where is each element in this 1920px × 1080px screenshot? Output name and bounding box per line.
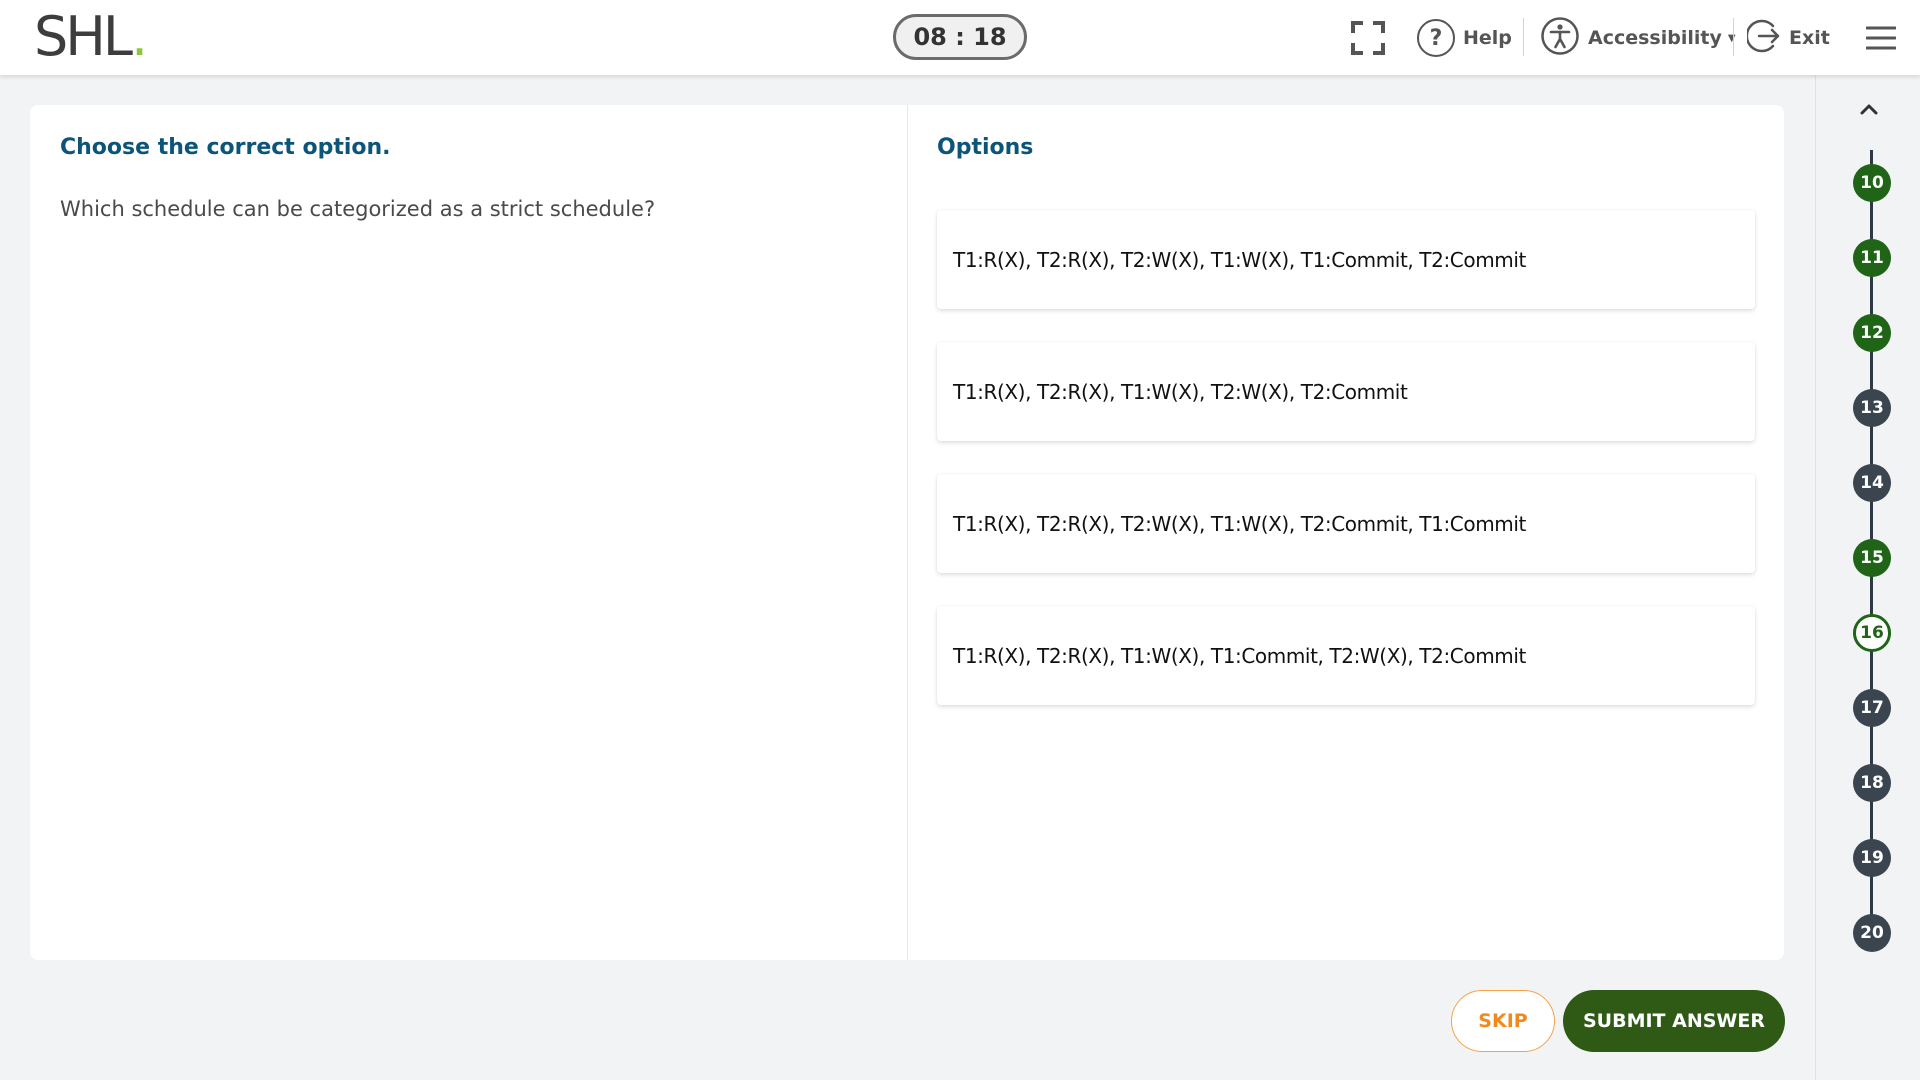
help-button[interactable]: ? Help [1417, 16, 1512, 60]
question-step-number: 14 [1860, 473, 1884, 493]
question-step-number: 16 [1860, 623, 1884, 643]
question-step-19[interactable]: 19 [1853, 839, 1891, 877]
shl-logo: SHL. [34, 5, 148, 68]
menu-icon [1866, 26, 1896, 50]
top-header: SHL. 08 : 18 ? Help Accessibility ▼ Exit [0, 0, 1920, 75]
question-step-number: 19 [1860, 848, 1884, 868]
help-icon: ? [1417, 19, 1455, 57]
question-step-12[interactable]: 12 [1853, 314, 1891, 352]
skip-button[interactable]: SKIP [1451, 990, 1555, 1052]
chevron-up-icon[interactable] [1858, 98, 1880, 120]
accessibility-dropdown[interactable]: Accessibility ▼ [1540, 16, 1736, 60]
fullscreen-button[interactable] [1350, 16, 1386, 60]
option-2[interactable]: T1:R(X), T2:R(X), T1:W(X), T2:W(X), T2:C… [937, 342, 1755, 441]
accessibility-label: Accessibility [1588, 27, 1722, 49]
menu-button[interactable] [1866, 16, 1896, 60]
option-label: T1:R(X), T2:R(X), T1:W(X), T2:W(X), T2:C… [953, 379, 1408, 404]
question-step-number: 18 [1860, 773, 1884, 793]
exit-label: Exit [1789, 27, 1830, 49]
option-label: T1:R(X), T2:R(X), T1:W(X), T1:Commit, T2… [953, 643, 1526, 668]
exit-button[interactable]: Exit [1745, 16, 1830, 60]
question-step-18[interactable]: 18 [1853, 764, 1891, 802]
question-step-13[interactable]: 13 [1853, 389, 1891, 427]
help-label: Help [1463, 27, 1512, 49]
question-step-number: 10 [1860, 173, 1884, 193]
question-step-number: 11 [1860, 248, 1884, 268]
submit-answer-button[interactable]: SUBMIT ANSWER [1563, 990, 1785, 1052]
option-3[interactable]: T1:R(X), T2:R(X), T2:W(X), T1:W(X), T2:C… [937, 474, 1755, 573]
question-step-16[interactable]: 16 [1853, 614, 1891, 652]
question-step-number: 15 [1860, 548, 1884, 568]
header-divider [1733, 18, 1734, 56]
question-step-20[interactable]: 20 [1853, 914, 1891, 952]
question-step-14[interactable]: 14 [1853, 464, 1891, 502]
question-step-11[interactable]: 11 [1853, 239, 1891, 277]
question-step-number: 17 [1860, 698, 1884, 718]
logo-text: SHL [34, 5, 133, 68]
fullscreen-icon [1351, 21, 1385, 55]
question-step-10[interactable]: 10 [1853, 164, 1891, 202]
question-step-number: 20 [1860, 923, 1884, 943]
question-step-15[interactable]: 15 [1853, 539, 1891, 577]
option-4[interactable]: T1:R(X), T2:R(X), T1:W(X), T1:Commit, T2… [937, 606, 1755, 705]
countdown-timer: 08 : 18 [893, 14, 1027, 60]
panel-divider [907, 105, 908, 960]
options-heading: Options [937, 135, 1034, 160]
caret-down-icon: ▼ [1727, 32, 1736, 44]
question-step-number: 13 [1860, 398, 1884, 418]
logo-dot: . [130, 5, 148, 68]
option-1[interactable]: T1:R(X), T2:R(X), T2:W(X), T1:W(X), T1:C… [937, 210, 1755, 309]
question-instruction: Choose the correct option. [60, 135, 391, 160]
question-step-17[interactable]: 17 [1853, 689, 1891, 727]
question-step-number: 12 [1860, 323, 1884, 343]
question-text: Which schedule can be categorized as a s… [60, 197, 656, 221]
header-divider [1523, 18, 1524, 56]
exit-icon [1745, 17, 1781, 60]
accessibility-icon [1540, 16, 1580, 61]
option-label: T1:R(X), T2:R(X), T2:W(X), T1:W(X), T1:C… [953, 247, 1526, 272]
option-label: T1:R(X), T2:R(X), T2:W(X), T1:W(X), T2:C… [953, 511, 1526, 536]
